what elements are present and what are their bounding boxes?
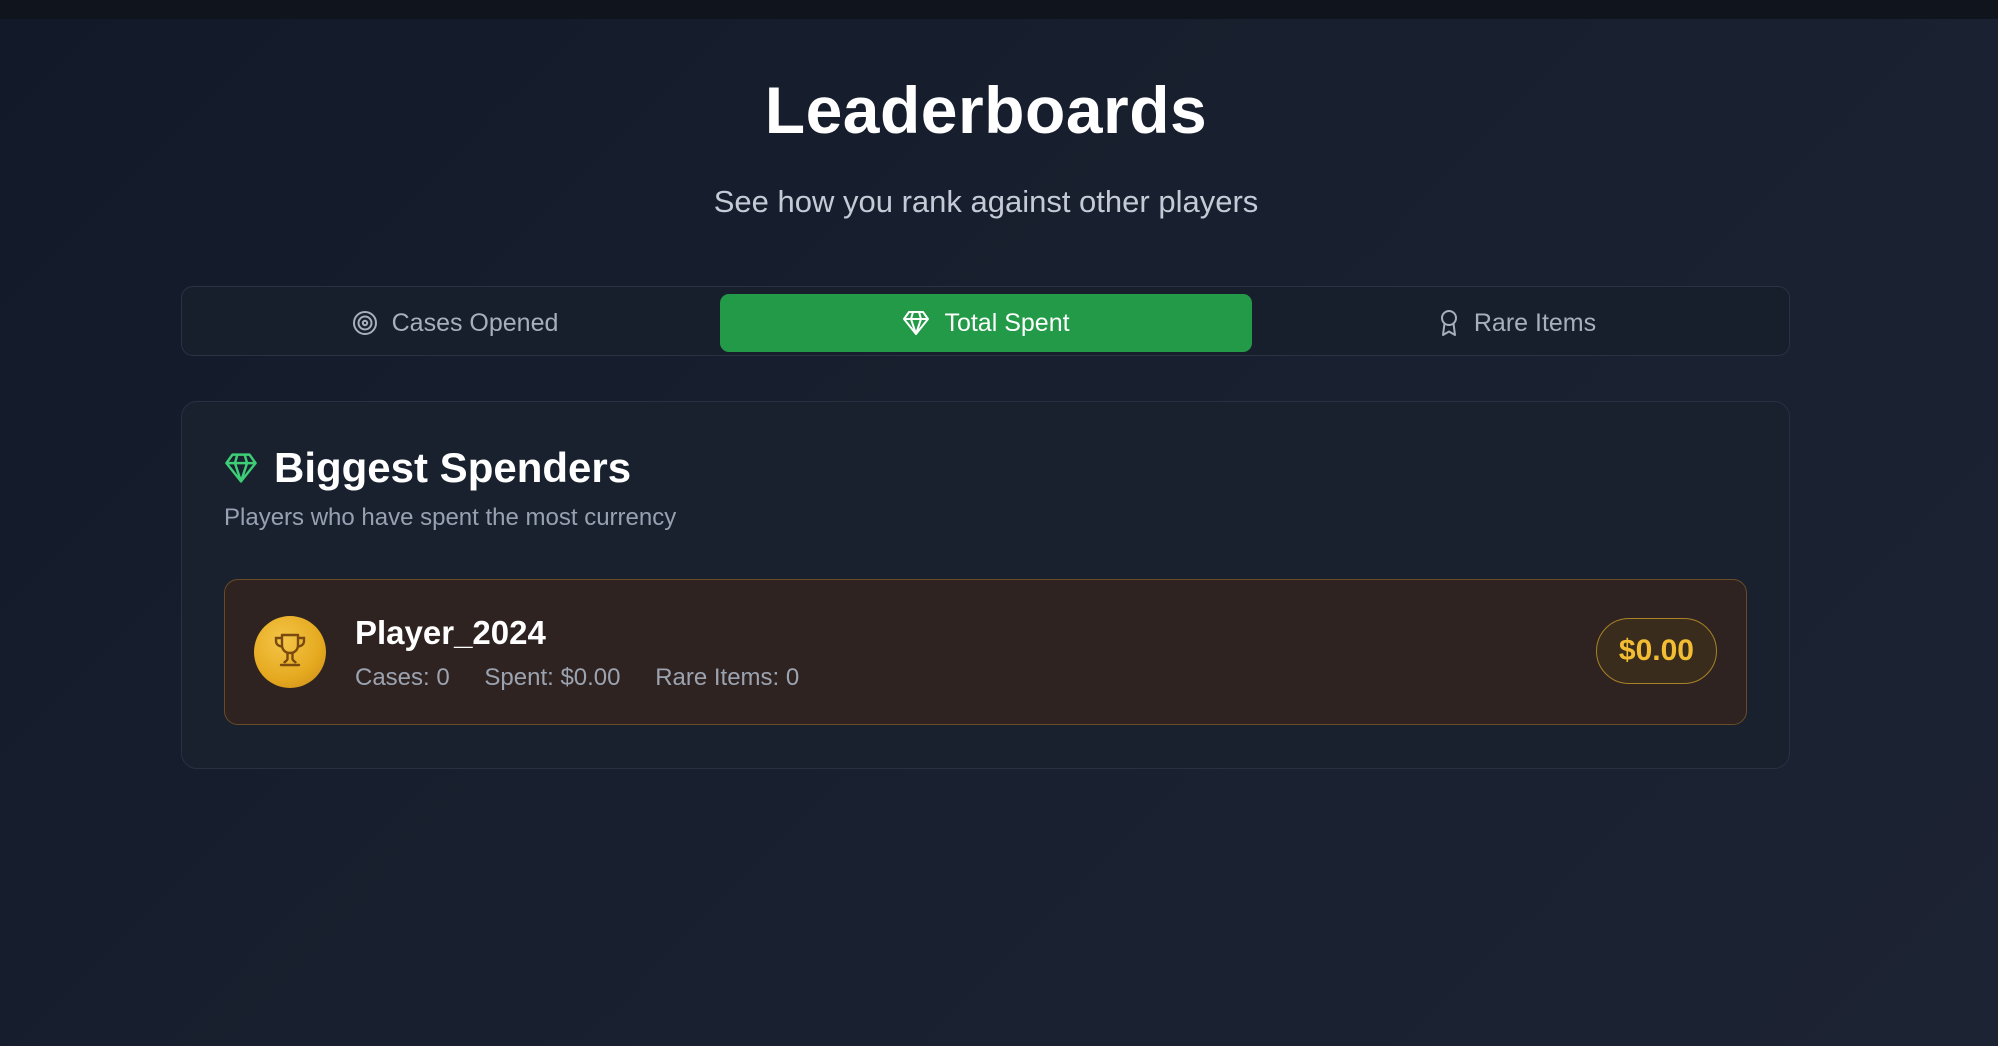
tab-cases-opened[interactable]: Cases Opened: [189, 294, 721, 352]
tab-total-spent[interactable]: Total Spent: [720, 294, 1252, 352]
page-subtitle: See how you rank against other players: [713, 184, 1259, 219]
player-stats: Cases: 0 Spent: $0.00 Rare Items: 0: [355, 664, 827, 692]
leaderboard-row[interactable]: Player_2024 Cases: 0 Spent: $0.00 Rare I…: [224, 579, 1747, 725]
card-title: Biggest Spenders: [274, 444, 632, 491]
tab-rare-items[interactable]: Rare Items: [1251, 294, 1783, 352]
target-icon: [352, 310, 378, 336]
tab-label: Cases Opened: [391, 308, 559, 337]
award-icon: [1438, 309, 1460, 337]
biggest-spenders-card: Biggest Spenders Players who have spent …: [181, 401, 1790, 769]
player-name: Player_2024: [355, 614, 546, 651]
leaderboards-page: Leaderboards See how you rank against ot…: [0, 0, 1998, 1046]
leaderboard-tabs: Cases Opened Total Spent Rare Items: [181, 286, 1790, 356]
trophy-icon: [273, 632, 307, 673]
rank-badge: [254, 616, 326, 688]
cases-stat: Cases: 0: [355, 664, 450, 691]
card-description: Players who have spent the most currency: [224, 504, 677, 531]
card-header: Biggest Spenders: [224, 444, 631, 492]
spent-amount-badge: $0.00: [1595, 618, 1717, 684]
tab-label: Total Spent: [944, 308, 1070, 337]
page-title: Leaderboards: [764, 73, 1208, 147]
gem-icon: [224, 452, 258, 484]
rare-items-stat: Rare Items: 0: [655, 664, 800, 691]
gem-icon: [902, 310, 930, 336]
tab-label: Rare Items: [1473, 308, 1597, 337]
spent-stat: Spent: $0.00: [484, 664, 621, 691]
